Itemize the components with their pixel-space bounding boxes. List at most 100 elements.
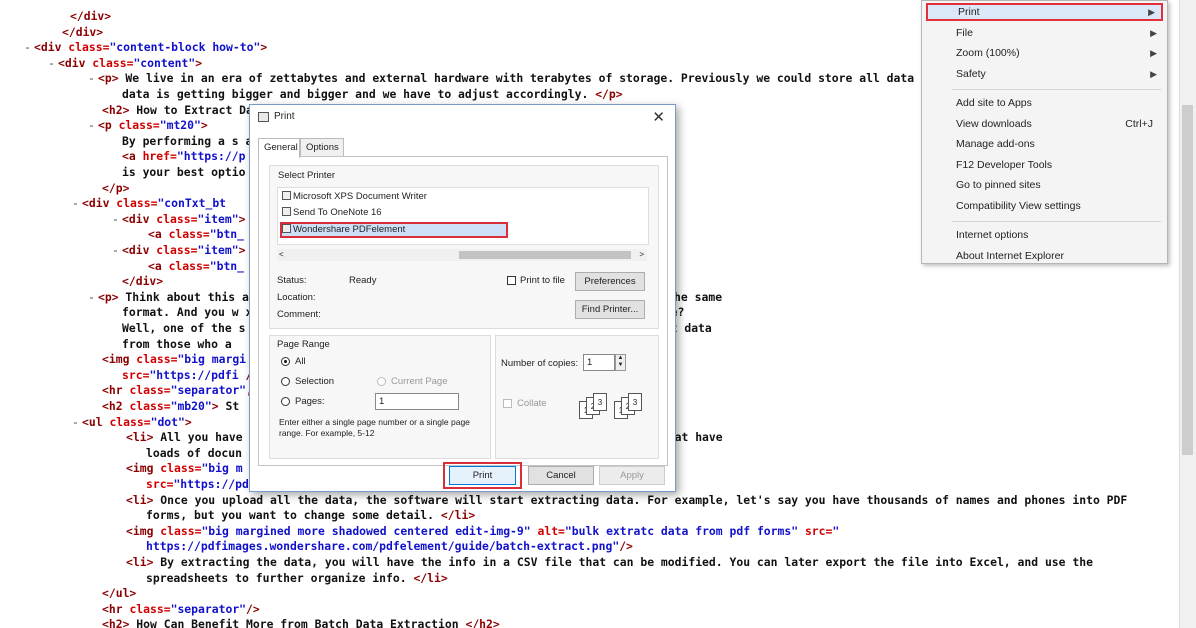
collapse-toggle-icon[interactable]: - bbox=[112, 242, 122, 258]
source-token: <li> bbox=[126, 555, 154, 569]
source-line: </div> bbox=[122, 273, 163, 289]
source-token: <a bbox=[122, 149, 143, 164]
pages-radio[interactable] bbox=[281, 397, 290, 406]
source-token: <p> bbox=[98, 71, 119, 86]
collapse-toggle-icon[interactable]: - bbox=[88, 117, 98, 133]
source-token: <div bbox=[58, 55, 93, 70]
source-token: <h2 bbox=[102, 399, 130, 413]
collapse-toggle-icon[interactable]: - bbox=[88, 70, 98, 86]
printer-item-onenote[interactable]: Send To OneNote 16 bbox=[282, 206, 382, 220]
scroll-left-icon[interactable]: < bbox=[279, 249, 284, 261]
source-token: <p bbox=[98, 118, 119, 133]
source-token: "separator" bbox=[170, 383, 247, 398]
source-token: </p> bbox=[102, 180, 130, 195]
source-token: <ul bbox=[82, 414, 110, 429]
source-token: class= bbox=[160, 461, 202, 476]
all-radio[interactable] bbox=[281, 357, 290, 366]
source-token: > bbox=[211, 399, 219, 413]
source-line: https://pdfimages.wondershare.com/pdfele… bbox=[146, 538, 633, 554]
source-token: class= bbox=[109, 414, 151, 429]
source-token: class= bbox=[68, 40, 110, 55]
source-token: <img bbox=[126, 523, 161, 538]
menu-item[interactable]: Zoom (100%) ▶ bbox=[926, 44, 1163, 62]
printer-item-xps[interactable]: Microsoft XPS Document Writer bbox=[282, 190, 427, 204]
scroll-right-icon[interactable]: > bbox=[639, 249, 644, 261]
source-token: class= bbox=[92, 55, 134, 70]
collapse-toggle-icon[interactable]: - bbox=[24, 39, 34, 55]
menu-item[interactable]: Safety ▶ bbox=[926, 65, 1163, 83]
source-line: </div> bbox=[70, 8, 111, 24]
printer-icon bbox=[282, 224, 291, 233]
source-token: " bbox=[832, 523, 840, 538]
scrollbar-thumb[interactable] bbox=[1182, 105, 1193, 455]
menu-item[interactable]: Manage add-ons bbox=[926, 135, 1163, 153]
hscroll-thumb[interactable] bbox=[459, 251, 631, 259]
source-line: data is getting bigger and bigger and we… bbox=[122, 86, 623, 102]
source-line: - <div class="conTxt_bt bbox=[72, 195, 226, 211]
print-to-file-checkbox[interactable] bbox=[507, 276, 516, 285]
collapse-toggle-icon[interactable]: - bbox=[112, 211, 122, 227]
pages-label: Pages: bbox=[295, 396, 325, 407]
source-line: </ul> bbox=[102, 585, 136, 601]
source-token: class= bbox=[118, 118, 160, 133]
collapse-toggle-icon[interactable]: - bbox=[48, 55, 58, 71]
print-button[interactable]: Print bbox=[449, 466, 516, 485]
find-printer-button[interactable]: Find Printer... bbox=[575, 300, 645, 319]
collapse-toggle-icon[interactable]: - bbox=[72, 414, 82, 430]
selection-label: Selection bbox=[295, 376, 335, 387]
current-page-radio[interactable] bbox=[377, 377, 386, 386]
menu-item[interactable]: Print ▶ bbox=[926, 3, 1163, 21]
collapse-toggle-icon[interactable]: - bbox=[88, 289, 98, 305]
collapse-toggle-icon[interactable]: - bbox=[72, 195, 82, 211]
source-token: <li> bbox=[126, 492, 154, 507]
menu-item[interactable]: About Internet Explorer bbox=[926, 247, 1163, 265]
source-token: src= bbox=[122, 367, 150, 382]
source-token: </h2> bbox=[465, 617, 500, 628]
menu-item[interactable]: F12 Developer Tools bbox=[926, 156, 1163, 174]
source-token: is your best optio bbox=[122, 165, 246, 179]
cancel-button[interactable]: Cancel bbox=[528, 466, 594, 485]
menu-item-label: View downloads bbox=[956, 117, 1032, 130]
source-token: alt= bbox=[530, 523, 565, 538]
tab-panel-general: Select Printer Microsoft XPS Document Wr… bbox=[258, 156, 668, 466]
preferences-button[interactable]: Preferences bbox=[575, 272, 645, 291]
source-line: is your best optio bbox=[122, 164, 245, 180]
source-token: "separator" bbox=[170, 601, 247, 616]
submenu-arrow-icon: ▶ bbox=[1148, 7, 1155, 17]
menu-item[interactable]: Go to pinned sites bbox=[926, 176, 1163, 194]
tab-options[interactable]: Options bbox=[300, 138, 344, 156]
close-icon[interactable]: ✕ bbox=[652, 108, 665, 126]
pages-input[interactable]: 1 bbox=[375, 393, 459, 410]
submenu-arrow-icon: ▶ bbox=[1150, 27, 1157, 38]
source-token: </li> bbox=[413, 570, 448, 585]
printer-list-hscrollbar[interactable]: < > bbox=[277, 249, 647, 261]
current-page-label: Current Page bbox=[391, 376, 448, 387]
source-line: from those who a bbox=[122, 336, 232, 352]
collate-checkbox[interactable] bbox=[503, 399, 512, 408]
menu-item[interactable]: Compatibility View settings bbox=[926, 197, 1163, 215]
menu-item-label: Zoom (100%) bbox=[956, 47, 1020, 59]
printer-item-pdfelement[interactable]: Wondershare PDFelement bbox=[280, 222, 508, 238]
source-token: </ul> bbox=[102, 586, 137, 601]
tab-general[interactable]: General bbox=[258, 138, 300, 158]
menu-item[interactable]: Add site to Apps bbox=[926, 94, 1163, 112]
menu-item-label: File bbox=[956, 26, 973, 39]
copies-input[interactable]: 1 bbox=[583, 354, 615, 371]
selection-radio[interactable] bbox=[281, 377, 290, 386]
source-token: /> bbox=[619, 539, 633, 554]
menu-item[interactable]: File ▶ bbox=[926, 24, 1163, 42]
source-token: loads of docun bbox=[146, 445, 249, 460]
dialog-titlebar[interactable]: Print ✕ bbox=[250, 105, 675, 129]
vertical-scrollbar[interactable] bbox=[1179, 0, 1196, 628]
menu-item[interactable]: Internet options bbox=[926, 226, 1163, 244]
apply-button[interactable]: Apply bbox=[599, 466, 665, 485]
menu-item[interactable]: View downloads Ctrl+J bbox=[926, 115, 1163, 133]
source-token: from those who a bbox=[122, 336, 232, 351]
copies-spinner[interactable]: ▲ ▼ bbox=[615, 354, 626, 371]
source-token: > bbox=[238, 211, 246, 226]
source-token: src= bbox=[146, 477, 174, 491]
menu-shortcut: Ctrl+J bbox=[1125, 117, 1153, 130]
source-token: data is getting bigger and bigger and we… bbox=[122, 87, 596, 101]
source-token: </li> bbox=[440, 508, 476, 523]
printer-list[interactable]: Microsoft XPS Document Writer Send To On… bbox=[277, 187, 649, 245]
